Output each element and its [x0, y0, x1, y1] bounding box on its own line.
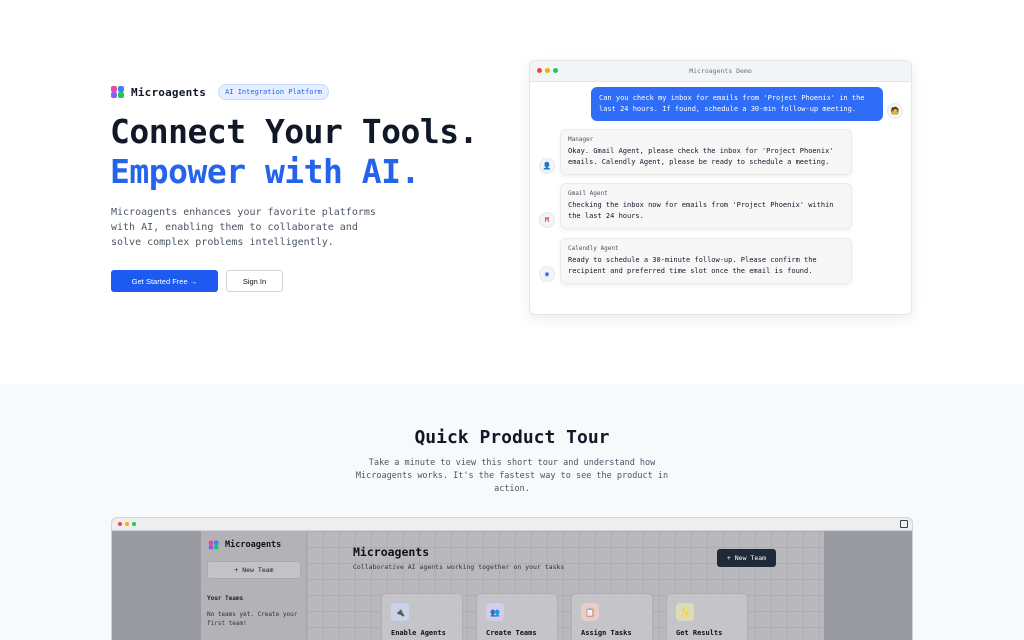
feature-card-label: Assign Tasks	[581, 629, 632, 637]
preview-right-gutter	[824, 531, 912, 640]
agent-text: Okay. Gmail Agent, please check the inbo…	[568, 147, 834, 166]
gmail-icon: M	[539, 212, 555, 228]
agent-sender: Gmail Agent	[568, 190, 608, 197]
window-controls	[118, 522, 136, 526]
microagents-logo-icon	[208, 540, 220, 550]
hero-title-line2: Empower with AI.	[110, 152, 420, 191]
hero-description: Microagents enhances your favorite platf…	[111, 207, 376, 248]
frame-titlebar	[112, 518, 912, 531]
preview-brand-name: Microagents	[225, 540, 282, 550]
close-dot-icon	[118, 522, 122, 526]
agent-message: Manager Okay. Gmail Agent, please check …	[560, 129, 852, 175]
sidebar-teams-heading: Your Teams	[207, 595, 244, 602]
demo-window-title: Microagents Demo	[689, 67, 752, 75]
plug-icon: 🔌	[391, 603, 409, 621]
get-started-button[interactable]: Get Started Free →	[111, 270, 218, 292]
feature-card-enable-agents[interactable]: 🔌 Enable Agents	[381, 593, 463, 640]
agent-message: Calendly Agent Ready to schedule a 30-mi…	[560, 238, 852, 284]
hero-section: Microagents AI Integration Platform Conn…	[0, 0, 1024, 384]
hero-title-line1: Connect Your Tools.	[110, 112, 479, 151]
platform-badge: AI Integration Platform	[218, 84, 329, 100]
product-tour-section: Quick Product Tour Take a minute to view…	[0, 384, 1024, 640]
sidebar-new-team-button[interactable]: + New Team	[207, 561, 301, 579]
minimize-dot-icon	[125, 522, 129, 526]
feature-card-label: Enable Agents	[391, 629, 446, 637]
tour-video-frame[interactable]: Microagents + New Team Your Teams No tea…	[111, 517, 913, 640]
demo-window: Microagents Demo Can you check my inbox …	[529, 60, 912, 315]
sparkle-icon: ✨	[676, 603, 694, 621]
fullscreen-icon[interactable]	[900, 520, 908, 528]
tour-description: Take a minute to view this short tour an…	[355, 458, 669, 494]
preview-main: Microagents Collaborative AI agents work…	[307, 531, 824, 640]
main-new-team-button[interactable]: + New Team	[717, 549, 776, 567]
brand-header[interactable]: Microagents AI Integration Platform	[111, 84, 329, 100]
calendly-icon: ◉	[539, 266, 555, 282]
demo-titlebar: Microagents Demo	[530, 61, 911, 82]
brand-name: Microagents	[131, 85, 207, 99]
tour-title: Quick Product Tour	[414, 427, 610, 448]
feature-card-assign-tasks[interactable]: 📋 Assign Tasks	[571, 593, 653, 640]
agent-message: Gmail Agent Checking the inbox now for e…	[560, 183, 852, 229]
user-message-bubble: Can you check my inbox for emails from '…	[591, 87, 883, 121]
agent-text: Ready to schedule a 30-minute follow-up.…	[568, 256, 817, 275]
agent-sender: Calendly Agent	[568, 245, 619, 252]
manager-avatar-icon: 👤	[539, 158, 555, 174]
feature-card-label: Get Results	[676, 629, 723, 637]
preview-main-subtitle: Collaborative AI agents working together…	[353, 563, 565, 571]
maximize-dot-icon	[132, 522, 136, 526]
sign-in-button[interactable]: Sign In	[226, 270, 283, 292]
preview-brand: Microagents	[207, 539, 281, 551]
feature-card-create-teams[interactable]: 👥 Create Teams	[476, 593, 558, 640]
clipboard-icon: 📋	[581, 603, 599, 621]
microagents-logo-icon	[111, 86, 125, 98]
sidebar-empty-state: No teams yet. Create your first team!	[207, 611, 298, 627]
agent-text: Checking the inbox now for emails from '…	[568, 201, 834, 220]
preview-sidebar: Microagents + New Team Your Teams No tea…	[201, 531, 307, 640]
feature-card-label: Create Teams	[486, 629, 537, 637]
user-avatar-icon: 🧑	[887, 103, 903, 119]
users-icon: 👥	[486, 603, 504, 621]
preview-main-title: Microagents	[353, 545, 430, 559]
agent-sender: Manager	[568, 136, 594, 143]
feature-card-get-results[interactable]: ✨ Get Results	[666, 593, 748, 640]
